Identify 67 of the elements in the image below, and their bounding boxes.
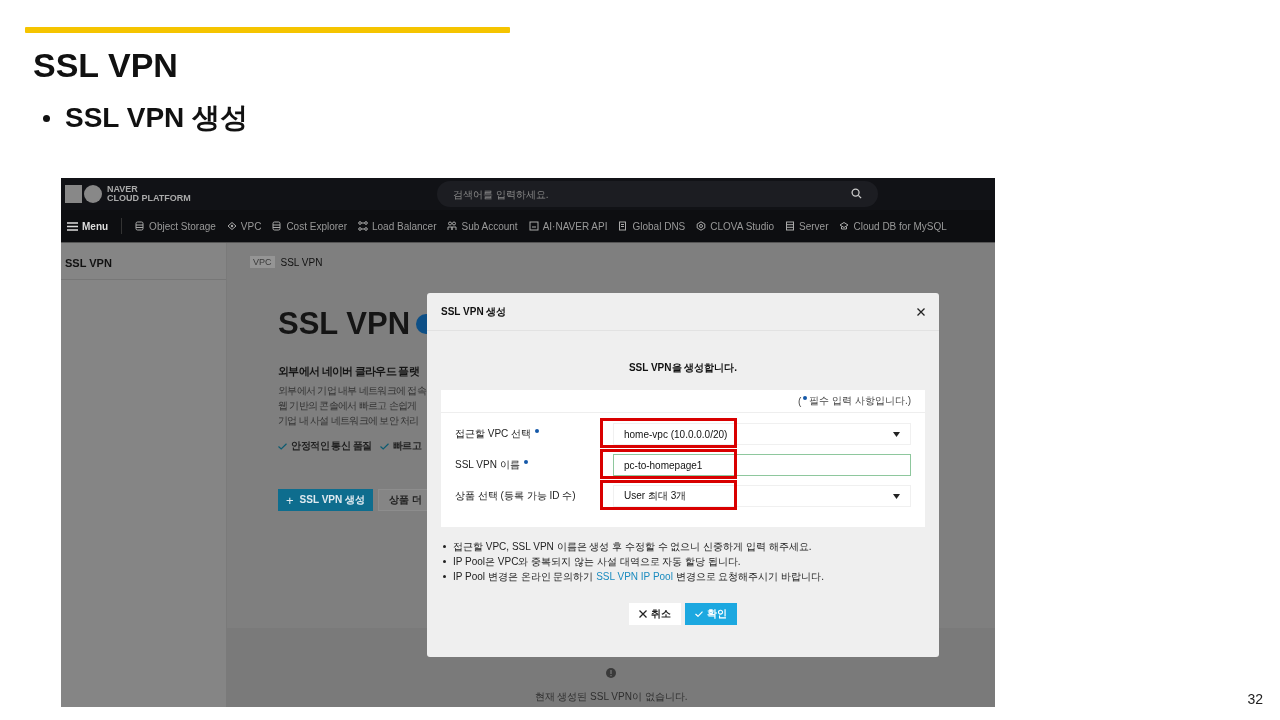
hexagon-icon[interactable] xyxy=(696,221,707,231)
required-dot-icon xyxy=(803,396,808,400)
dialog-title: SSL VPN 생성 xyxy=(441,304,507,319)
feature-text: 빠르고 xyxy=(392,439,422,453)
bullet-icon xyxy=(443,560,446,563)
logo-icon xyxy=(65,185,103,203)
slide-bullet-text: SSL VPN 생성 xyxy=(65,101,249,135)
dropdown-field[interactable]: home-vpc (10.0.0.0/20) xyxy=(613,423,911,445)
server-icon[interactable] xyxy=(785,221,796,231)
nav-item[interactable]: VPC xyxy=(226,220,262,232)
close-icon[interactable] xyxy=(639,610,647,618)
note-text: IP Pool 변경은 온라인 문의하기 SSL VPN IP Pool 변경으로 요청해주시기 바랍니다. xyxy=(453,569,825,584)
feature-text: 안정적인 통신 품질 xyxy=(291,439,372,453)
document-icon[interactable] xyxy=(618,221,629,231)
check-icon[interactable] xyxy=(695,611,703,617)
nav-item[interactable]: Cloud DB for MySQL xyxy=(839,220,947,232)
product-title: SSL VPN xyxy=(278,306,411,342)
check-icon xyxy=(278,442,287,450)
logo-text: NAVER CLOUD PLATFORM xyxy=(107,184,191,204)
caret-icon[interactable] xyxy=(893,431,900,437)
nav-item[interactable]: Sub Account xyxy=(447,220,518,232)
screen-icon[interactable] xyxy=(528,221,539,231)
alert-icon xyxy=(606,668,616,678)
nav-item[interactable]: Object Storage xyxy=(135,220,216,232)
empty-message: 현재 생성된 SSL VPN이 없습니다. xyxy=(534,690,688,704)
nav-item[interactable]: Load Balancer xyxy=(357,220,437,232)
field-label: 접근할 VPC 선택 xyxy=(455,427,532,441)
stack-icon[interactable] xyxy=(839,221,850,231)
breadcrumb-text: SSL VPN xyxy=(280,256,323,268)
sidebar-title: SSL VPN xyxy=(61,243,226,280)
eye-icon[interactable] xyxy=(226,221,237,231)
nav-item[interactable]: Global DNS xyxy=(618,220,686,232)
product-description: 외부에서 기업 내부 네트워크에 접속 xyxy=(278,384,426,398)
people-icon[interactable] xyxy=(447,221,458,231)
page-number: 32 xyxy=(1247,691,1263,707)
create-button[interactable]: + SSL VPN 생성 xyxy=(278,489,373,511)
menu-icon[interactable] xyxy=(67,221,78,231)
field-label: SSL VPN 이름 xyxy=(455,458,520,472)
close-icon[interactable] xyxy=(917,307,925,316)
search-icon[interactable] xyxy=(851,188,862,199)
bullet-icon xyxy=(43,114,50,122)
note-text: IP Pool은 VPC와 중복되지 않는 사설 대역으로 자동 할당 됩니다. xyxy=(453,554,741,569)
nav-item[interactable]: CLOVA Studio xyxy=(696,220,775,232)
product-description: 웹 기반의 콘솔에서 빠르고 손쉽게 xyxy=(278,399,417,413)
service-tag: VPC xyxy=(250,256,275,268)
slide-title: SSL VPN xyxy=(33,45,179,86)
nav-item[interactable]: Server xyxy=(785,220,829,232)
cancel-button[interactable]: 취소 xyxy=(629,603,681,625)
text-field[interactable]: pc-to-homepage1 xyxy=(613,454,911,476)
field-label: 상품 선택 (등록 가능 ID 수) xyxy=(455,489,576,503)
note-text: 접근할 VPC, SSL VPN 이름은 생성 후 수정할 수 없으니 신중하게 입력 해주세요. xyxy=(453,539,812,554)
bullet-icon xyxy=(443,575,446,578)
nav-item[interactable]: AI·NAVER API xyxy=(528,220,608,232)
search-field[interactable]: 검색어를 입력하세요. xyxy=(437,181,878,207)
dialog-subtitle: SSL VPN을 생성합니다. xyxy=(627,361,739,373)
bullet-icon xyxy=(443,545,446,548)
caret-icon[interactable] xyxy=(893,493,900,499)
menu-button[interactable]: Menu xyxy=(67,220,109,232)
required-note: 필수 입력 사항입니다.) xyxy=(809,394,911,408)
database-icon[interactable] xyxy=(135,221,146,231)
nodes-icon[interactable] xyxy=(357,221,368,231)
database-icon[interactable] xyxy=(272,221,283,231)
nav-item[interactable]: Cost Explorer xyxy=(272,220,347,232)
check-icon xyxy=(379,442,389,450)
product-heading: 외부에서 네이버 클라우드 플랫 xyxy=(278,364,419,379)
note-paren: ( xyxy=(798,395,802,407)
dropdown-field[interactable]: User 최대 3개 xyxy=(613,485,911,507)
